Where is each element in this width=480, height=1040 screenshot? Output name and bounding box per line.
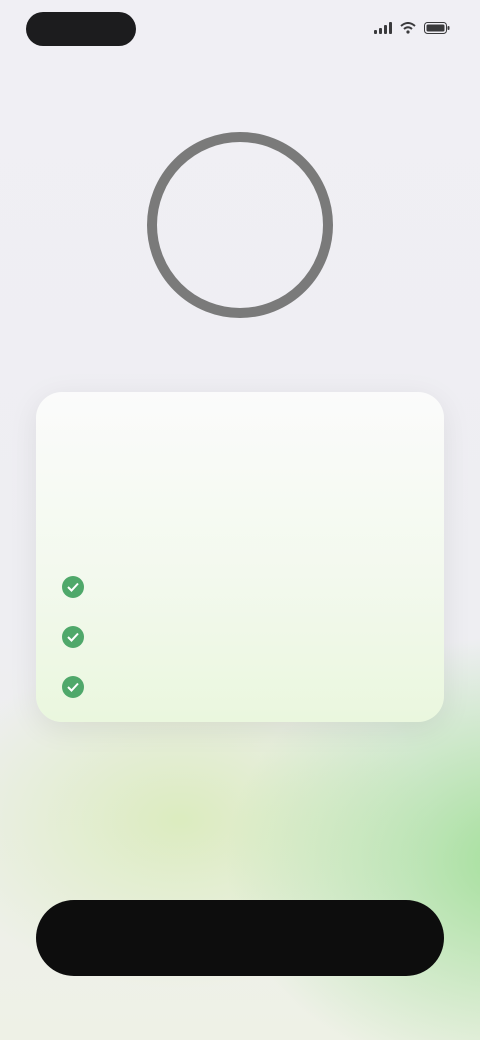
status-icons — [374, 22, 450, 34]
signal-icon — [374, 22, 392, 34]
primary-button[interactable] — [36, 900, 444, 976]
feature-card — [36, 392, 444, 722]
list-item — [62, 562, 418, 612]
status-bar — [0, 0, 480, 60]
check-icon — [62, 626, 84, 648]
feature-list — [62, 562, 418, 712]
screen — [0, 0, 480, 1040]
check-icon — [62, 576, 84, 598]
timer-ring — [140, 125, 340, 325]
list-item — [62, 662, 418, 712]
battery-icon — [424, 22, 450, 34]
list-item — [62, 612, 418, 662]
status-pill[interactable] — [26, 12, 136, 46]
timer-value — [140, 125, 340, 325]
check-icon — [62, 676, 84, 698]
wifi-icon — [400, 22, 416, 34]
